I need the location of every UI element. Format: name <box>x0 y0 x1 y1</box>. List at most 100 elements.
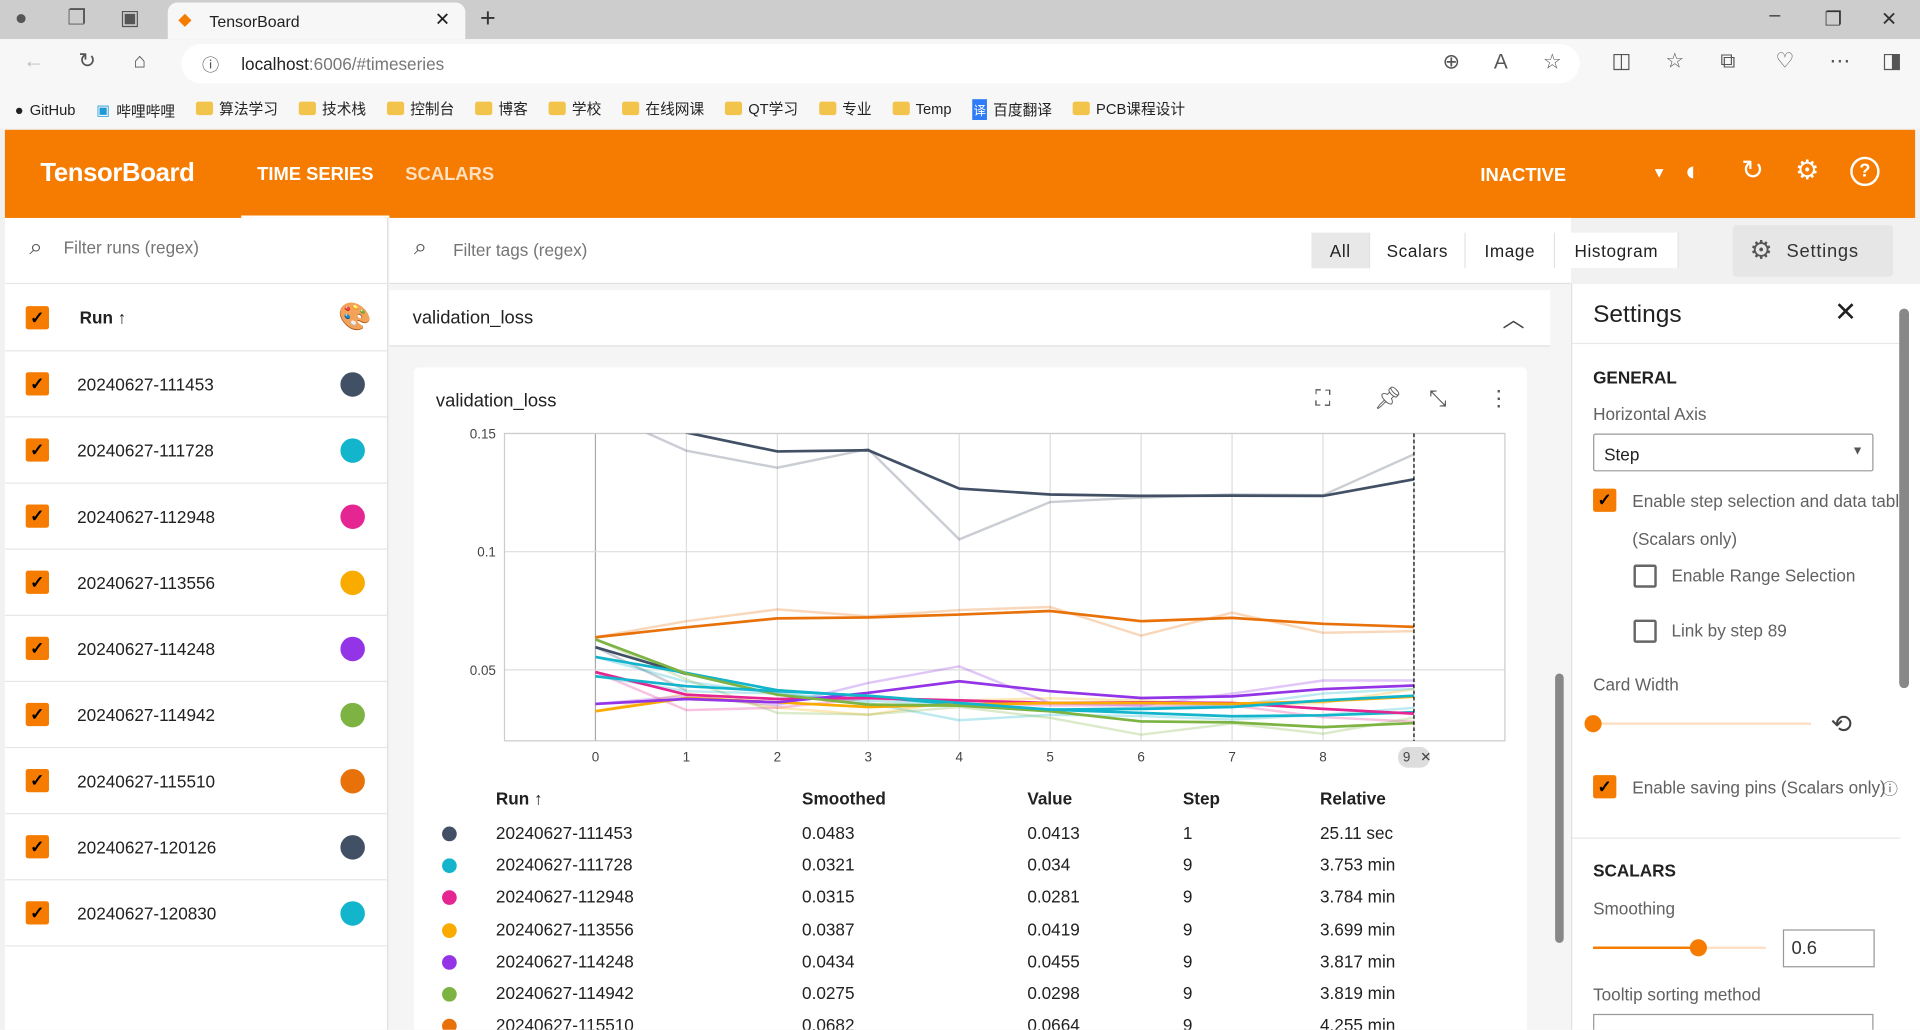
line-chart[interactable]: 0.05 0.1 0.15 0 1 2 3 4 5 6 7 8 9 ✕ <box>414 367 1527 789</box>
collections-icon[interactable]: ⧉ <box>1720 49 1735 73</box>
run-row[interactable]: ✓ 20240627-120830 <box>4 880 389 947</box>
saving-pins-checkbox[interactable]: ✓ <box>1593 775 1617 799</box>
bookmark-item[interactable]: 算法学习 <box>195 98 278 119</box>
tags-filter-input[interactable] <box>453 240 821 260</box>
bookmark-item[interactable]: ● GitHub <box>15 102 76 119</box>
table-header[interactable]: Smoothed <box>802 789 886 809</box>
runs-filter[interactable]: ⌕ <box>4 218 389 285</box>
run-checkbox[interactable]: ✓ <box>25 636 49 661</box>
run-color-swatch[interactable] <box>340 636 365 661</box>
tab-time-series[interactable]: TIME SERIES <box>241 130 390 218</box>
minimize-icon[interactable]: – <box>1769 5 1780 27</box>
runs-filter-input[interactable] <box>63 237 358 258</box>
run-row[interactable]: ✓ 20240627-114942 <box>4 682 389 749</box>
address-bar[interactable]: ⓘ localhost:6006/#timeseries ⊕ A ☆ <box>181 44 1580 84</box>
bookmark-item[interactable]: Temp <box>892 100 952 117</box>
theme-icon[interactable]: ◐ <box>1685 156 1701 188</box>
scrollbar-thumb[interactable] <box>1555 673 1564 943</box>
new-tab-icon[interactable]: + <box>480 2 496 34</box>
favorites-icon[interactable]: ☆ <box>1665 49 1684 73</box>
chevron-up-icon[interactable]: ︿ <box>1502 302 1524 334</box>
run-checkbox[interactable]: ✓ <box>25 570 49 594</box>
link-by-step-checkbox[interactable] <box>1633 619 1657 643</box>
run-color-swatch[interactable] <box>340 834 365 859</box>
bookmark-item[interactable]: 译百度翻译 <box>972 99 1052 121</box>
table-header[interactable]: Relative <box>1320 789 1386 809</box>
run-row[interactable]: ✓ 20240627-111728 <box>4 418 389 484</box>
range-selection-checkbox[interactable] <box>1633 564 1657 588</box>
run-row[interactable]: ✓ 20240627-120126 <box>4 814 389 881</box>
more-icon[interactable]: ⋯ <box>1829 49 1850 73</box>
run-checkbox[interactable]: ✓ <box>25 901 49 925</box>
reload-icon[interactable]: ↻ <box>1741 154 1764 186</box>
smoothing-slider-thumb[interactable] <box>1689 939 1707 957</box>
type-tab-scalars[interactable]: Scalars <box>1370 232 1466 269</box>
browser-essentials-icon[interactable]: ♡ <box>1776 49 1795 73</box>
bookmark-item[interactable]: ▣ 哔哩哔哩 <box>96 100 175 121</box>
type-tab-all[interactable]: All <box>1311 232 1371 269</box>
smoothed-line-20240627-120126[interactable] <box>595 410 1415 498</box>
run-color-swatch[interactable] <box>340 900 365 926</box>
run-color-swatch[interactable] <box>340 503 365 529</box>
run-color-swatch[interactable] <box>340 437 365 463</box>
collections-icon[interactable]: ❐ <box>67 6 86 30</box>
bookmark-item[interactable]: 控制台 <box>386 98 454 119</box>
run-color-swatch[interactable] <box>340 768 365 793</box>
close-icon[interactable]: ✕ <box>1834 296 1857 328</box>
tab-scalars[interactable]: SCALARS <box>405 164 494 185</box>
settings-gear-icon[interactable]: ⚙ <box>1795 154 1819 186</box>
refresh-icon[interactable]: ↻ <box>78 49 95 73</box>
zoom-icon[interactable]: ⊕ <box>1442 50 1459 74</box>
run-checkbox[interactable]: ✓ <box>25 438 49 462</box>
settings-scrollbar-thumb[interactable] <box>1899 308 1909 689</box>
select-all-checkbox[interactable]: ✓ <box>25 305 49 329</box>
run-column-header[interactable]: Run ↑ <box>80 307 127 327</box>
run-row[interactable]: ✓ 20240627-111453 <box>4 351 389 418</box>
close-window-icon[interactable]: ✕ <box>1881 7 1897 31</box>
card-width-slider[interactable] <box>1584 715 1812 733</box>
run-color-swatch[interactable] <box>340 570 365 595</box>
type-tab-histogram[interactable]: Histogram <box>1555 232 1679 269</box>
run-row[interactable]: ✓ 20240627-114248 <box>4 616 389 683</box>
back-icon[interactable]: ← <box>23 49 44 73</box>
bookmark-item[interactable]: 专业 <box>818 98 872 119</box>
bookmark-item[interactable]: PCB课程设计 <box>1072 98 1185 119</box>
profile-icon[interactable]: ● <box>15 6 28 30</box>
horizontal-axis-select[interactable]: Step ▼ <box>1593 433 1874 472</box>
run-checkbox[interactable]: ✓ <box>25 372 49 396</box>
run-row[interactable]: ✓ 20240627-112948 <box>4 484 389 550</box>
site-info-icon[interactable]: ⓘ <box>202 53 219 77</box>
run-color-swatch[interactable] <box>340 371 365 397</box>
run-checkbox[interactable]: ✓ <box>25 835 49 859</box>
help-icon[interactable]: ? <box>1850 156 1880 187</box>
bookmark-item[interactable]: 在线网课 <box>622 98 704 119</box>
sidebar-icon[interactable]: ◨ <box>1882 49 1902 73</box>
table-header[interactable]: Step <box>1183 789 1220 809</box>
bookmark-item[interactable]: 博客 <box>475 98 528 119</box>
smoothing-input[interactable] <box>1782 929 1875 968</box>
type-tab-image[interactable]: Image <box>1465 232 1556 269</box>
home-icon[interactable]: ⌂ <box>133 49 146 73</box>
run-checkbox[interactable]: ✓ <box>25 768 49 793</box>
smoothed-line-20240627-115510[interactable] <box>595 609 1415 639</box>
settings-button[interactable]: ⚙ Settings <box>1732 225 1894 277</box>
reset-icon[interactable]: ⟲ <box>1831 709 1853 740</box>
split-screen-icon[interactable]: ◫ <box>1611 49 1631 73</box>
read-aloud-icon[interactable]: A <box>1494 50 1508 74</box>
bookmark-item[interactable]: 技术栈 <box>298 98 366 119</box>
step-selection-checkbox[interactable]: ✓ <box>1593 488 1617 512</box>
close-tab-icon[interactable]: ✕ <box>435 9 450 31</box>
group-header[interactable]: validation_loss ︿ <box>389 290 1551 347</box>
run-row[interactable]: ✓ 20240627-115510 <box>4 748 389 815</box>
tab-actions-icon[interactable]: ▣ <box>120 6 140 30</box>
chevron-down-icon[interactable]: ▼ <box>1652 164 1667 181</box>
main-scrollbar[interactable] <box>1553 294 1568 1029</box>
run-color-swatch[interactable] <box>340 702 365 727</box>
favorite-star-icon[interactable]: ☆ <box>1543 50 1562 74</box>
tooltip-sort-select[interactable] <box>1593 1013 1874 1030</box>
restore-icon[interactable]: ❐ <box>1825 7 1843 31</box>
palette-icon[interactable]: 🎨 <box>338 301 372 333</box>
browser-tab[interactable]: ◆ TensorBoard ✕ <box>167 2 466 40</box>
run-checkbox[interactable]: ✓ <box>25 702 49 727</box>
smoothing-slider[interactable] <box>1593 939 1766 957</box>
